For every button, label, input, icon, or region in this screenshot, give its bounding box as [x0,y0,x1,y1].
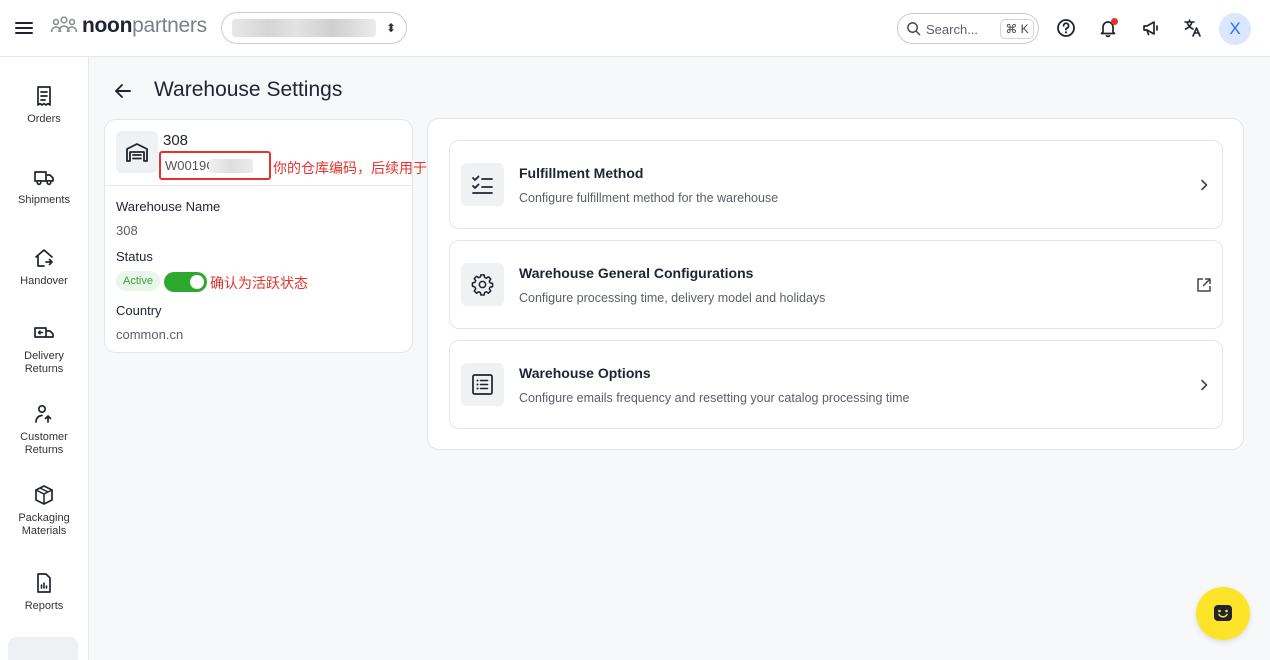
option-description: Configure emails frequency and resetting… [519,391,910,405]
sidebar-item-handover[interactable]: Handover [0,247,88,288]
truck-icon [34,171,54,186]
list-icon [472,374,493,395]
option-fulfillment-method[interactable]: Fulfillment Method Configure fulfillment… [449,140,1223,229]
translate-icon[interactable] [1183,18,1203,38]
sidebar-item-shipments[interactable]: Shipments [0,166,88,207]
toggle-knob [190,275,204,289]
option-icon-box [461,363,504,406]
warehouse-info-card: 308 W0019C 你的仓库编码，后续用于库存上传 Warehouse Nam… [104,119,483,353]
sidebar-item-reports[interactable]: Reports [0,572,88,613]
brand-noon: noon [82,14,133,37]
option-title: Warehouse Options [519,365,651,381]
user-avatar[interactable]: X [1219,13,1251,45]
warehouse-code: 308 [163,132,189,149]
checklist-icon [472,175,493,194]
search-bar[interactable]: Search... ⌘ K [897,13,1039,44]
notification-badge [1111,18,1118,25]
handover-icon [35,249,53,267]
option-title: Warehouse General Configurations [519,265,754,281]
option-icon-box [461,263,504,306]
menu-icon[interactable] [14,18,34,38]
partners-people-icon [50,16,78,33]
status-annotation: 确认为活跃状态 [210,275,308,291]
warehouse-id-redacted [209,159,253,173]
search-placeholder: Search... [926,22,979,37]
chat-smile-icon [1214,605,1232,621]
sidebar-label-handover: Handover [20,275,68,287]
external-link-icon [1197,278,1211,292]
page-title: Warehouse Settings [154,78,343,101]
warehouse-name-label: Warehouse Name [116,199,221,214]
sidebar-label-shipments: Shipments [18,194,70,206]
status-badge: Active [116,271,160,291]
option-warehouse-general-configurations[interactable]: Warehouse General Configurations Configu… [449,240,1223,329]
sidebar-label-customer-returns: Customer Returns [20,431,68,456]
warehouse-id-highlight: W0019C [159,151,271,180]
country-value: common.cn [116,327,184,342]
status-label: Status [116,249,153,264]
option-title: Fulfillment Method [519,165,644,181]
announcements-icon[interactable] [1141,18,1161,38]
noon-partners-logo[interactable]: noonpartners [50,14,207,38]
chevron-right-icon [1201,179,1208,191]
warehouse-id: W0019C [165,158,216,173]
delivery-return-icon [34,327,54,338]
sidebar-item-packaging-materials[interactable]: Packaging Materials [0,484,88,538]
option-description: Configure processing time, delivery mode… [519,291,826,305]
chat-support-button[interactable] [1196,587,1250,640]
option-icon-box [461,163,504,206]
sidebar-item-customer-returns[interactable]: Customer Returns [0,403,88,457]
gear-icon [471,274,494,296]
option-warehouse-options[interactable]: Warehouse Options Configure emails frequ… [449,340,1223,429]
warehouse-icon [126,143,148,162]
sidebar-item-more[interactable] [8,637,78,660]
status-toggle[interactable] [164,272,207,292]
warehouse-icon-box [116,131,158,173]
help-icon[interactable] [1056,18,1076,38]
country-label: Country [116,303,162,318]
search-shortcut: ⌘ K [1000,19,1034,39]
search-icon [907,22,921,36]
chevron-right-icon [1201,379,1208,391]
receipt-icon [37,86,51,106]
sidebar-item-orders[interactable]: Orders [0,85,88,126]
customer-return-icon [35,404,52,423]
brand-partners: partners [132,14,207,37]
report-icon [37,573,51,593]
sidebar-label-orders: Orders [27,113,61,125]
back-arrow-icon[interactable] [113,81,133,101]
sidebar-label-reports: Reports [24,600,64,612]
store-name-redacted [232,19,376,37]
store-selector[interactable]: ⬍ [221,12,407,44]
box-icon [35,485,53,505]
sidebar-label-packaging-materials: Packaging Materials [18,512,70,537]
top-bar: noonpartners ⬍ Search... ⌘ K X [0,0,1270,57]
sidebar-item-delivery-returns[interactable]: Delivery Returns [0,322,88,376]
settings-options-card: Fulfillment Method Configure fulfillment… [427,118,1244,450]
sidebar-label-delivery-returns: Delivery Returns [24,350,64,375]
card-divider [105,185,412,186]
up-down-chevron-icon: ⬍ [385,21,396,35]
sidebar: Orders Shipments Handover Delivery Retur… [0,57,89,660]
option-description: Configure fulfillment method for the war… [519,191,779,205]
warehouse-name-value: 308 [116,223,138,238]
